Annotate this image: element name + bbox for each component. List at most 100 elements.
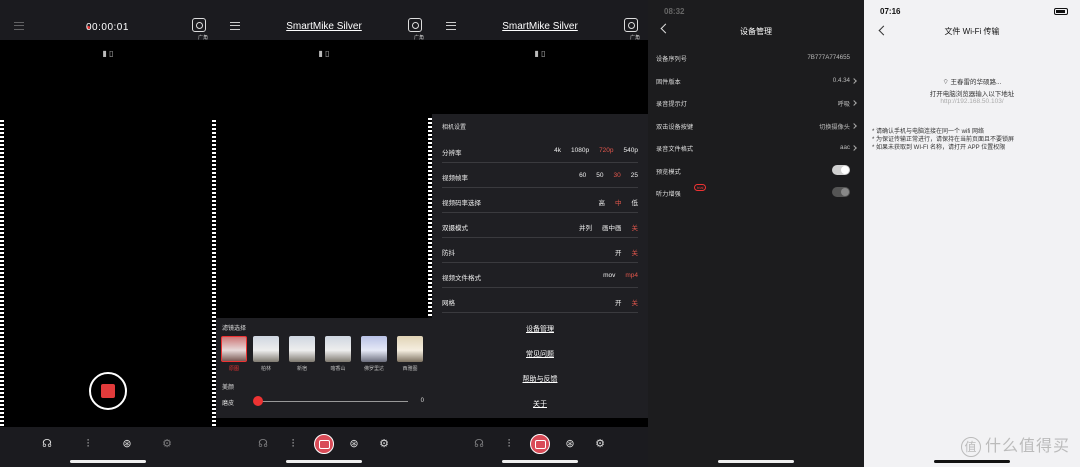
notes: * 请确认手机与电脑连接在同一个 wifi 网络 * 为保证传输正常进行，请保持…: [872, 128, 1014, 152]
chevron-right-icon: [851, 145, 857, 151]
setting-option[interactable]: 并列: [579, 225, 592, 232]
settings-panel: 相机设置 分辨率 4k 1080p 720p 540p 视频帧率 60 50 30 25 视频码率选…: [432, 114, 648, 418]
nav-bar: 08:32 设备管理: [648, 0, 864, 46]
device-setting-value: 切换摄像头: [819, 123, 850, 131]
beauty-slider[interactable]: [254, 401, 408, 402]
filter-label: 佛罗里达: [363, 366, 384, 372]
setting-options: 开关: [605, 297, 638, 307]
device-setting-row[interactable]: 听力增强 trial: [656, 182, 856, 204]
setting-option[interactable]: 720p: [599, 147, 613, 154]
filter-thumb-florida[interactable]: [361, 336, 387, 362]
filter-thumb-3[interactable]: [325, 336, 351, 362]
setting-option[interactable]: 低: [632, 200, 639, 207]
faq-link[interactable]: 常见问题: [432, 349, 648, 359]
camera-switch-icon[interactable]: [624, 18, 638, 32]
adjust-icon[interactable]: ⫶: [286, 437, 300, 451]
device-setting-row[interactable]: 固件版本 0.4.34: [656, 70, 857, 92]
camera-switch-icon[interactable]: [192, 18, 206, 32]
record-button[interactable]: [314, 434, 334, 454]
audio-level-meter: [0, 120, 4, 430]
setting-row: 双摄模式 并列 画中画 关: [442, 213, 638, 238]
top-bar: SmartMike Silver 广角: [216, 0, 432, 41]
device-setting-row[interactable]: 预览模式: [656, 160, 856, 182]
setting-option[interactable]: 开: [615, 300, 622, 307]
mic-icon[interactable]: ☊: [256, 437, 270, 451]
setting-label: 视频帧率: [442, 175, 468, 182]
setting-label: 视频文件格式: [442, 275, 481, 282]
filter-thumb-original[interactable]: [221, 336, 247, 362]
setting-option[interactable]: 画中画: [602, 225, 622, 232]
camera-switch-icon[interactable]: [408, 18, 422, 32]
device-setting-label: 设备序列号: [656, 56, 687, 63]
toggle-switch[interactable]: [832, 187, 850, 197]
settings-icon[interactable]: ⚙: [593, 437, 607, 451]
setting-option[interactable]: 1080p: [571, 147, 589, 154]
device-management-link[interactable]: 设备管理: [432, 324, 648, 334]
setting-option[interactable]: 关: [632, 300, 639, 307]
bottom-toolbar: ☊ ⫶ ⊛ ⚙: [216, 427, 432, 467]
note-line: * 请确认手机与电脑连接在同一个 wifi 网络: [872, 129, 985, 135]
device-setting-row[interactable]: 设备序列号 7B777A774655: [656, 47, 856, 69]
setting-option[interactable]: 高: [599, 200, 606, 207]
toggle-switch[interactable]: [832, 164, 850, 175]
network-label: 王春雷的华硕路...: [950, 79, 1002, 86]
filter-thumb-seattle[interactable]: [397, 336, 423, 362]
device-setting-row[interactable]: 双击设备按键 切换摄像头: [656, 115, 857, 137]
filter-thumb-berlin[interactable]: [253, 336, 279, 362]
device-setting-value: 7B777A774655: [807, 54, 850, 61]
home-indicator: [70, 460, 146, 463]
setting-label: 防抖: [442, 250, 455, 257]
mic-icon[interactable]: ☊: [472, 437, 486, 451]
menu-icon[interactable]: [14, 22, 24, 30]
top-bar: SmartMike Silver 广角: [432, 0, 648, 41]
setting-option[interactable]: 25: [631, 172, 638, 179]
setting-row: 网格开关: [442, 288, 638, 313]
camera-lens-label: 广角: [629, 35, 640, 41]
note-line: * 如果未获取到 WI-FI 名称，请打开 APP 位置权限: [872, 145, 1006, 151]
settings-icon[interactable]: ⚙: [160, 437, 174, 451]
filter-icon[interactable]: ⊛: [563, 437, 577, 451]
status-icons: [1030, 8, 1068, 15]
setting-label: 分辨率: [442, 150, 462, 157]
setting-label: 网格: [442, 300, 455, 307]
chevron-right-icon: [851, 100, 857, 106]
beauty-header: 美颜: [222, 385, 235, 391]
setting-option[interactable]: 4k: [554, 147, 561, 154]
setting-option[interactable]: 关: [632, 225, 639, 232]
stop-record-button[interactable]: [89, 372, 127, 410]
status-time: 07:16: [880, 7, 901, 16]
setting-row: 视频帧率 60 50 30 25: [442, 163, 638, 188]
about-link[interactable]: 关于: [432, 399, 648, 409]
setting-option[interactable]: 中: [615, 200, 622, 207]
record-button[interactable]: [530, 434, 550, 454]
adjust-icon[interactable]: ⫶: [81, 437, 95, 451]
note-line: * 为保证传输正常进行，请保持在当前页面且不要锁屏: [872, 137, 1015, 143]
setting-option[interactable]: mov: [603, 272, 615, 279]
instruction-text: 打开电脑浏览器输入以下地址: [929, 91, 1015, 98]
transfer-url[interactable]: http://192.168.50.103/: [864, 98, 1080, 105]
setting-option[interactable]: 60: [579, 172, 586, 179]
status-time: 08:32: [664, 7, 685, 16]
device-setting-row[interactable]: 录音文件格式 aac: [656, 137, 857, 159]
device-setting-row[interactable]: 录音提示灯 呼吸: [656, 92, 857, 114]
setting-option[interactable]: 50: [596, 172, 603, 179]
filter-icon[interactable]: ⊛: [120, 437, 134, 451]
device-title[interactable]: SmartMike Silver: [216, 21, 432, 32]
setting-option[interactable]: 关: [632, 250, 639, 257]
home-indicator: [934, 460, 1010, 463]
beauty-slider-knob[interactable]: [253, 396, 263, 406]
bottom-toolbar: ☊ ⫶ ⊛ ⚙: [432, 427, 648, 467]
adjust-icon[interactable]: ⫶: [502, 437, 516, 451]
setting-option[interactable]: 开: [615, 250, 622, 257]
page-title: 文件 Wi-Fi 传输: [944, 27, 1000, 36]
setting-option[interactable]: mp4: [625, 272, 638, 279]
filter-thumb-shinjuku[interactable]: [289, 336, 315, 362]
device-title[interactable]: SmartMike Silver: [432, 21, 648, 32]
setting-option[interactable]: 30: [614, 172, 621, 179]
battery-icon: [1054, 8, 1068, 15]
mic-icon[interactable]: ☊: [40, 437, 54, 451]
filter-icon[interactable]: ⊛: [347, 437, 361, 451]
settings-icon[interactable]: ⚙: [377, 437, 391, 451]
setting-option[interactable]: 540p: [624, 147, 638, 154]
help-feedback-link[interactable]: 帮助与反馈: [432, 374, 648, 384]
